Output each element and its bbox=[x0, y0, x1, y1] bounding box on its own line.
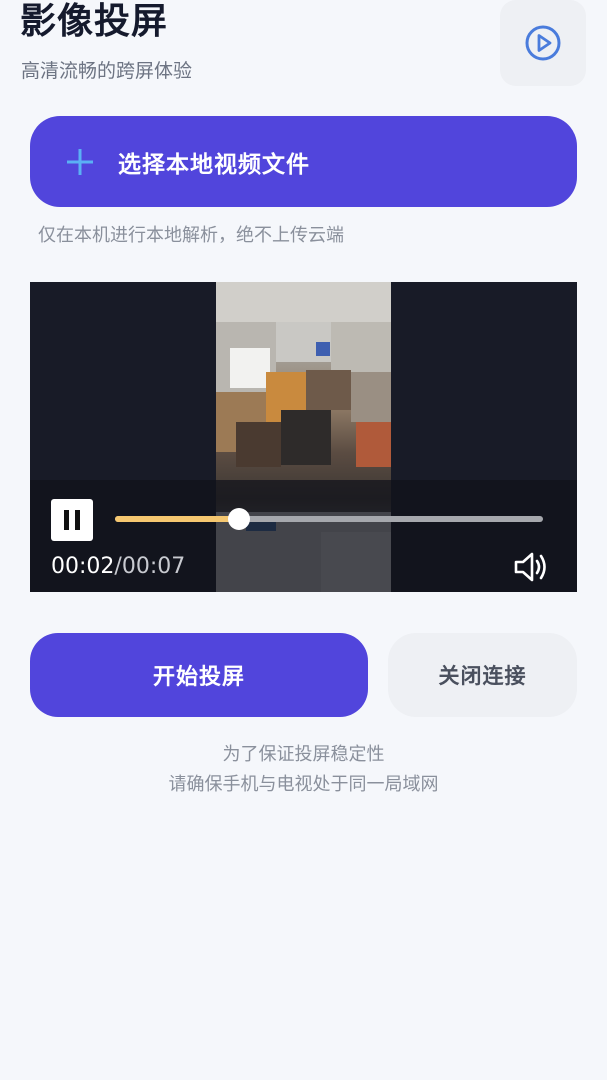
close-connection-button[interactable]: 关闭连接 bbox=[388, 633, 577, 717]
start-casting-button[interactable]: 开始投屏 bbox=[30, 633, 368, 717]
play-preview-button[interactable] bbox=[500, 0, 586, 86]
volume-icon[interactable] bbox=[513, 550, 549, 584]
stability-note-line2: 请确保手机与电视处于同一局域网 bbox=[168, 774, 439, 795]
select-local-video-label: 选择本地视频文件 bbox=[118, 151, 310, 178]
time-display: 00:02/00:07 bbox=[51, 553, 185, 581]
page-subtitle: 高清流畅的跨屏体验 bbox=[21, 60, 193, 82]
video-player[interactable]: 00:02/00:07 bbox=[30, 282, 577, 592]
pause-button[interactable] bbox=[51, 499, 93, 541]
privacy-hint: 仅在本机进行本地解析，绝不上传云端 bbox=[38, 225, 344, 246]
player-controls: 00:02/00:07 bbox=[30, 480, 577, 592]
time-separator: / bbox=[114, 554, 122, 579]
current-time: 00:02 bbox=[51, 554, 115, 579]
total-time: 00:07 bbox=[121, 554, 186, 579]
play-circle-icon bbox=[525, 25, 561, 61]
stability-note-line1: 为了保证投屏稳定性 bbox=[222, 744, 385, 765]
screen: 影像投屏 高清流畅的跨屏体验 选择本地视频文件 仅在本机进行本地解析，绝不上传云… bbox=[0, 0, 607, 1080]
pause-icon bbox=[64, 510, 80, 530]
page-title: 影像投屏 bbox=[20, 1, 169, 42]
progress-fill bbox=[115, 516, 240, 522]
select-local-video-button[interactable]: 选择本地视频文件 bbox=[30, 116, 577, 207]
progress-thumb[interactable] bbox=[228, 508, 251, 530]
progress-track[interactable] bbox=[115, 516, 543, 522]
plus-icon bbox=[67, 148, 93, 175]
